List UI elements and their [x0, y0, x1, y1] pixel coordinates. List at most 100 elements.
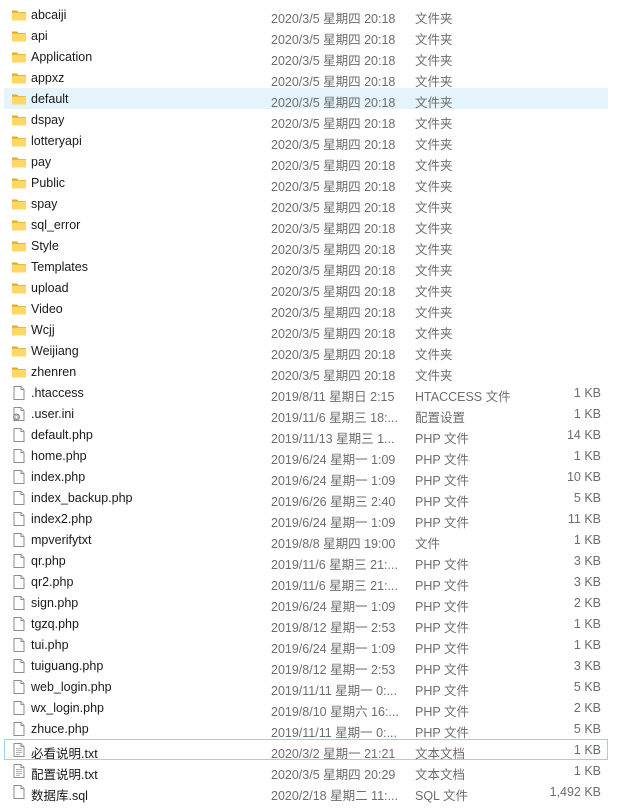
- folder-icon: [11, 70, 27, 86]
- file-row-dspay[interactable]: dspay 2020/3/5 星期四 20:18 文件夹: [4, 109, 608, 131]
- file-row-tuiguang-php[interactable]: tuiguang.php 2019/8/12 星期一 2:53 PHP 文件 3 KB: [4, 655, 608, 677]
- file-date-modified: 2020/2/18 星期二 11:...: [271, 789, 398, 803]
- file-row-qr2-php[interactable]: qr2.php 2019/11/6 星期三 21:... PHP 文件 3 KB: [4, 571, 608, 593]
- file-icon: [11, 721, 27, 737]
- file-row-default[interactable]: default 2020/3/5 星期四 20:18 文件夹: [4, 88, 608, 110]
- file-size: 10 KB: [566, 470, 601, 484]
- file-row-sign-php[interactable]: sign.php 2019/6/24 星期一 1:09 PHP 文件 2 KB: [4, 592, 608, 614]
- folder-icon: [11, 7, 27, 23]
- file-row-index2-php[interactable]: index2.php 2019/6/24 星期一 1:09 PHP 文件 11 KB: [4, 508, 608, 530]
- folder-icon: [11, 133, 27, 149]
- file-row-htaccess[interactable]: .htaccess 2019/8/11 星期日 2:15 HTACCESS 文件 1 …: [4, 382, 608, 404]
- file-name: api: [31, 29, 48, 43]
- file-icon: [11, 385, 27, 401]
- file-row-abcaiji[interactable]: abcaiji 2020/3/5 星期四 20:18 文件夹: [4, 4, 608, 26]
- file-size: 14 KB: [566, 428, 601, 442]
- file-size: 3 KB: [573, 554, 601, 568]
- file-row-配置说明-txt[interactable]: 配置说明.txt 2020/3/5 星期四 20:29 文本文档 1 KB: [4, 760, 608, 782]
- file-size: 2 KB: [573, 701, 601, 715]
- file-row-zhenren[interactable]: zhenren 2020/3/5 星期四 20:18 文件夹: [4, 361, 608, 383]
- file-row-spay[interactable]: spay 2020/3/5 星期四 20:18 文件夹: [4, 193, 608, 215]
- file-row-templates[interactable]: Templates 2020/3/5 星期四 20:18 文件夹: [4, 256, 608, 278]
- file-row-index-backup-php[interactable]: index_backup.php 2019/6/26 星期三 2:40 PHP 文件…: [4, 487, 608, 509]
- file-row-tgzq-php[interactable]: tgzq.php 2019/8/12 星期一 2:53 PHP 文件 1 KB: [4, 613, 608, 635]
- file-row-数据库-sql[interactable]: 数据库.sql 2020/2/18 星期二 11:... SQL 文件 1,492 K…: [4, 781, 608, 803]
- file-name: Wcjj: [31, 323, 55, 337]
- file-name: .user.ini: [31, 407, 75, 421]
- file-row-qr-php[interactable]: qr.php 2019/11/6 星期三 21:... PHP 文件 3 KB: [4, 550, 608, 572]
- file-row-wcjj[interactable]: Wcjj 2020/3/5 星期四 20:18 文件夹: [4, 319, 608, 341]
- file-icon: [11, 595, 27, 611]
- file-name: qr2.php: [31, 575, 74, 589]
- file-size: 1 KB: [573, 386, 601, 400]
- file-icon: [11, 574, 27, 590]
- file-row-mpverifytxt[interactable]: mpverifytxt 2019/8/8 星期四 19:00 文件 1 KB: [4, 529, 608, 551]
- folder-icon: [11, 343, 27, 359]
- settings-file-icon: [11, 406, 27, 422]
- file-icon: [11, 427, 27, 443]
- file-name: tgzq.php: [31, 617, 79, 631]
- folder-icon: [11, 154, 27, 170]
- file-size: 1 KB: [573, 533, 601, 547]
- file-name: index.php: [31, 470, 86, 484]
- file-row-api[interactable]: api 2020/3/5 星期四 20:18 文件夹: [4, 25, 608, 47]
- file-name: sql_error: [31, 218, 81, 232]
- file-size: 5 KB: [573, 680, 601, 694]
- file-name: Application: [31, 50, 93, 64]
- file-row-style[interactable]: Style 2020/3/5 星期四 20:18 文件夹: [4, 235, 608, 257]
- file-name: home.php: [31, 449, 87, 463]
- file-row-default-php[interactable]: default.php 2019/11/13 星期三 1... PHP 文件 14 K…: [4, 424, 608, 446]
- file-size: 1 KB: [573, 764, 601, 778]
- file-row-user-ini[interactable]: .user.ini 2019/11/6 星期三 18:... 配置设置 1 KB: [4, 403, 608, 425]
- file-row-video[interactable]: Video 2020/3/5 星期四 20:18 文件夹: [4, 298, 608, 320]
- file-name: default: [31, 92, 69, 106]
- folder-icon: [11, 196, 27, 212]
- file-name: Templates: [31, 260, 88, 274]
- file-row-public[interactable]: Public 2020/3/5 星期四 20:18 文件夹: [4, 172, 608, 194]
- file-name: Video: [31, 302, 63, 316]
- file-size: 2 KB: [573, 596, 601, 610]
- file-icon: [11, 448, 27, 464]
- file-row-sql-error[interactable]: sql_error 2020/3/5 星期四 20:18 文件夹: [4, 214, 608, 236]
- file-size: 1 KB: [573, 617, 601, 631]
- file-icon: [11, 700, 27, 716]
- file-name: upload: [31, 281, 69, 295]
- file-row-必看说明-txt[interactable]: 必看说明.txt 2020/3/2 星期一 21:21 文本文档 1 KB: [4, 739, 608, 761]
- file-row-wx-login-php[interactable]: wx_login.php 2019/8/10 星期六 16:... PHP 文件 2 …: [4, 697, 608, 719]
- file-name: spay: [31, 197, 58, 211]
- file-size: 1,492 KB: [549, 785, 601, 799]
- file-row-zhuce-php[interactable]: zhuce.php 2019/11/11 星期一 0:... PHP 文件 5 KB: [4, 718, 608, 740]
- file-row-pay[interactable]: pay 2020/3/5 星期四 20:18 文件夹: [4, 151, 608, 173]
- folder-icon: [11, 112, 27, 128]
- file-size: 5 KB: [573, 491, 601, 505]
- file-list: abcaiji 2020/3/5 星期四 20:18 文件夹 api 2020/3/5 …: [0, 0, 630, 803]
- file-row-index-php[interactable]: index.php 2019/6/24 星期一 1:09 PHP 文件 10 KB: [4, 466, 608, 488]
- file-row-home-php[interactable]: home.php 2019/6/24 星期一 1:09 PHP 文件 1 KB: [4, 445, 608, 467]
- file-row-weijiang[interactable]: Weijiang 2020/3/5 星期四 20:18 文件夹: [4, 340, 608, 362]
- file-row-lotteryapi[interactable]: lotteryapi 2020/3/5 星期四 20:18 文件夹: [4, 130, 608, 152]
- file-name: pay: [31, 155, 52, 169]
- file-name: Weijiang: [31, 344, 79, 358]
- file-size: 1 KB: [573, 407, 601, 421]
- file-icon: [11, 532, 27, 548]
- text-file-icon: [11, 763, 27, 779]
- file-name: zhenren: [31, 365, 77, 379]
- file-size: 1 KB: [573, 638, 601, 652]
- file-size: 5 KB: [573, 722, 601, 736]
- file-name: tui.php: [31, 638, 69, 652]
- file-row-application[interactable]: Application 2020/3/5 星期四 20:18 文件夹: [4, 46, 608, 68]
- file-name: tuiguang.php: [31, 659, 104, 673]
- file-icon: [11, 658, 27, 674]
- file-name: Public: [31, 176, 66, 190]
- file-name: index2.php: [31, 512, 93, 526]
- folder-icon: [11, 28, 27, 44]
- file-row-upload[interactable]: upload 2020/3/5 星期四 20:18 文件夹: [4, 277, 608, 299]
- file-row-web-login-php[interactable]: web_login.php 2019/11/11 星期一 0:... PHP 文件 5…: [4, 676, 608, 698]
- file-row-appxz[interactable]: appxz 2020/3/5 星期四 20:18 文件夹: [4, 67, 608, 89]
- file-name: dspay: [31, 113, 65, 127]
- file-name: 数据库.sql: [31, 789, 88, 803]
- file-row-tui-php[interactable]: tui.php 2019/6/24 星期一 1:09 PHP 文件 1 KB: [4, 634, 608, 656]
- file-icon: [11, 490, 27, 506]
- file-icon: [11, 469, 27, 485]
- file-size: 11 KB: [567, 512, 601, 526]
